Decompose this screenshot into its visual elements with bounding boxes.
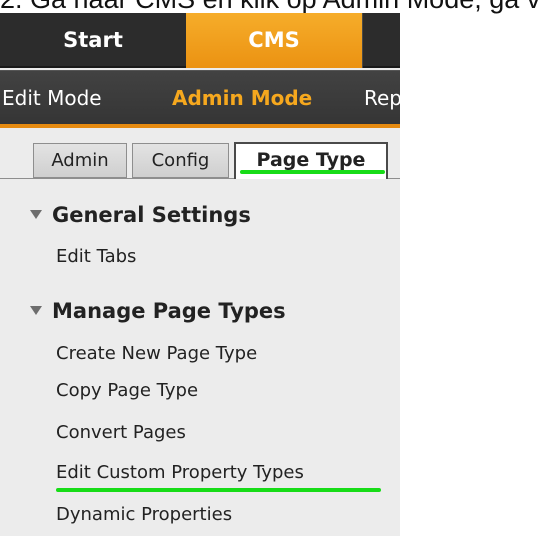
link-create-new-page-type[interactable]: Create New Page Type <box>56 340 257 368</box>
collapse-triangle-icon <box>30 305 42 315</box>
admin-mode-link[interactable]: Admin Mode <box>172 71 312 125</box>
tab-cms[interactable]: CMS <box>186 13 362 68</box>
cms-admin-panel: Start CMS Edit Mode Admin Mode Reports A… <box>0 13 441 536</box>
subtab-admin[interactable]: Admin <box>33 143 127 178</box>
edit-custom-property-types-highlight <box>56 488 381 492</box>
link-dynamic-properties[interactable]: Dynamic Properties <box>56 501 232 529</box>
link-copy-page-type[interactable]: Copy Page Type <box>56 377 198 405</box>
page: 2. Ga naar CMS en klik op Admin Mode, ga… <box>0 0 540 536</box>
collapse-triangle-icon <box>30 209 42 219</box>
top-navigation: Start CMS <box>0 13 400 68</box>
mode-bar: Edit Mode Admin Mode Reports <box>0 70 441 125</box>
nav-divider <box>362 13 363 68</box>
section-title: Manage Page Types <box>52 299 286 323</box>
subtab-config[interactable]: Config <box>132 143 229 178</box>
reports-link[interactable]: Reports <box>364 71 441 125</box>
link-convert-pages[interactable]: Convert Pages <box>56 419 186 447</box>
mode-bar-underline <box>0 124 400 128</box>
section-manage-page-types[interactable]: Manage Page Types <box>30 296 286 326</box>
link-edit-tabs[interactable]: Edit Tabs <box>56 243 136 271</box>
edit-mode-link[interactable]: Edit Mode <box>2 71 102 125</box>
section-title: General Settings <box>52 203 251 227</box>
link-edit-custom-property-types[interactable]: Edit Custom Property Types <box>56 459 304 487</box>
page-type-highlight <box>240 170 385 174</box>
tab-start[interactable]: Start <box>0 13 186 68</box>
section-general-settings[interactable]: General Settings <box>30 200 251 230</box>
